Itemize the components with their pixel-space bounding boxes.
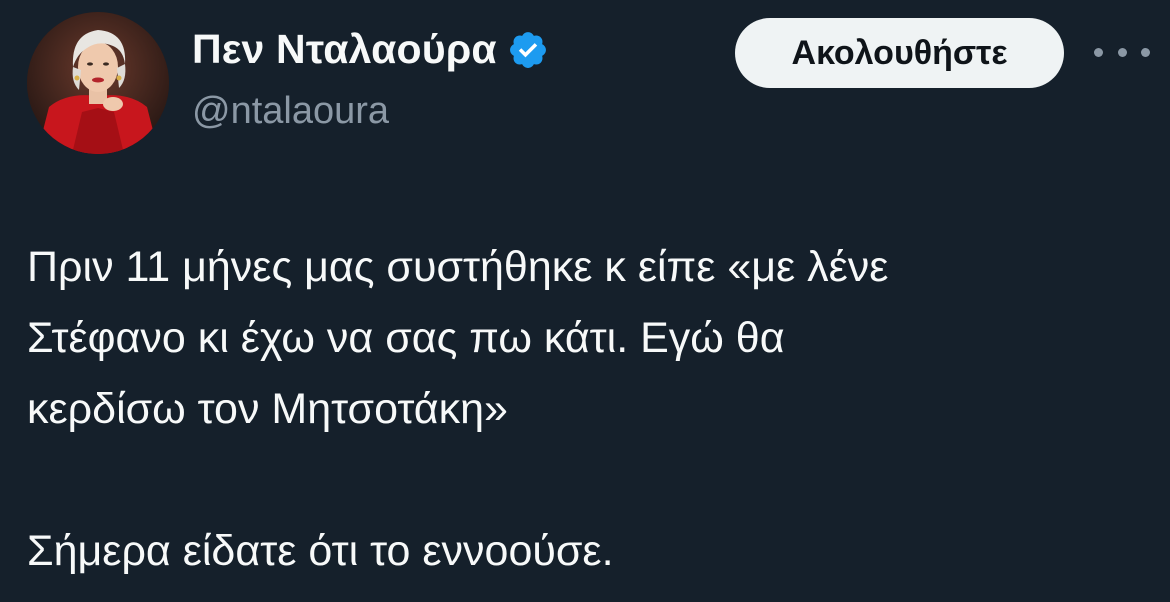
tweet-text: Πριν 11 μήνες μας συστήθηκε κ είπε «με λ… bbox=[27, 232, 1147, 587]
ellipsis-icon[interactable] bbox=[1094, 40, 1150, 64]
tweet-text-line: Στέφανο κι έχω να σας πω κάτι. Εγώ θα bbox=[27, 314, 785, 362]
ellipsis-dot bbox=[1094, 47, 1103, 57]
ellipsis-dot bbox=[1117, 47, 1127, 57]
tweet-text-line: Σήμερα είδατε ότι το εννοούσε. bbox=[27, 527, 614, 575]
ellipsis-dot bbox=[1141, 47, 1150, 57]
follow-button[interactable]: Ακολουθήστε bbox=[735, 18, 1064, 88]
tweet-text-line: Πριν 11 μήνες μας συστήθηκε κ είπε «με λ… bbox=[27, 243, 889, 291]
avatar[interactable] bbox=[27, 12, 169, 154]
tweet-text-line: κερδίσω τον Μητσοτάκη» bbox=[27, 385, 508, 433]
author-name-row[interactable]: Πεν Νταλαούρα bbox=[192, 26, 549, 73]
author-handle[interactable]: @ntalaoura bbox=[192, 90, 389, 133]
tweet-card: Πεν Νταλαούρα @ntalaoura Ακολουθήστε Πρι… bbox=[0, 0, 1170, 602]
avatar-image bbox=[27, 12, 169, 154]
paragraph-break bbox=[27, 445, 1147, 516]
display-name[interactable]: Πεν Νταλαούρα bbox=[192, 26, 497, 73]
verified-badge-icon bbox=[509, 31, 546, 68]
